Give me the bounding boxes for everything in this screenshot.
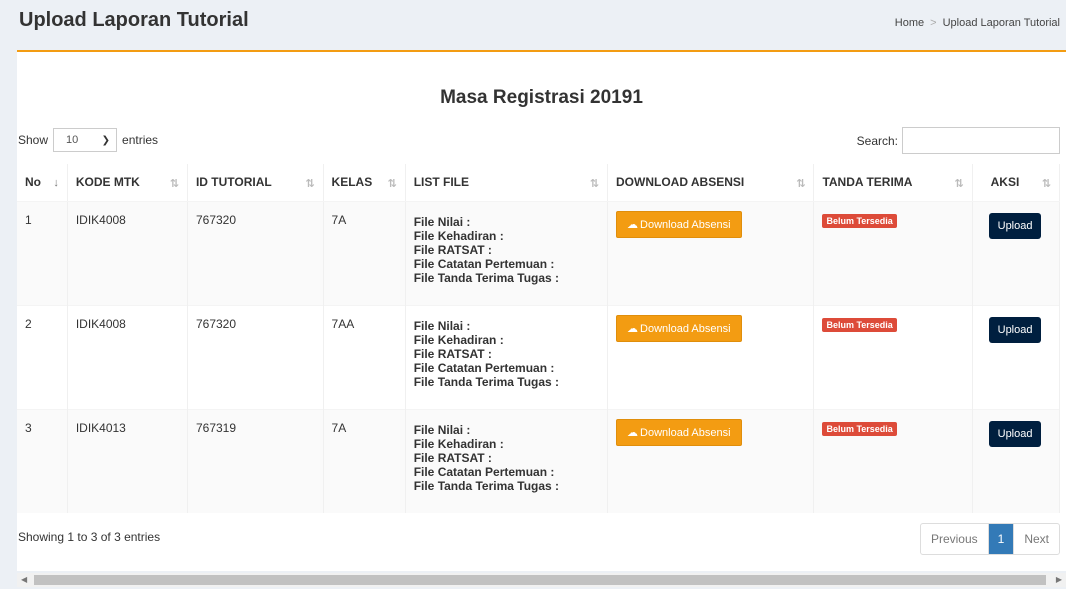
sort-icon: ⇅ [1041, 178, 1051, 190]
file-tanda-terima-label: File Tanda Terima Tugas : [413, 478, 560, 493]
entries-length-control: Show 10 ❯ entries [18, 128, 158, 152]
pagination-next[interactable]: Next [1014, 524, 1059, 554]
search-input[interactable] [902, 127, 1060, 154]
col-header-id-tutorial[interactable]: ID TUTORIAL ⇅ [187, 164, 324, 202]
scroll-right-arrow-icon[interactable]: ▶ [1056, 573, 1062, 587]
table-row: 2 IDIK4008 767320 7AA File Nilai : File … [17, 304, 1061, 409]
download-absensi-button[interactable]: ☁ Download Absensi [616, 418, 742, 446]
entries-select-value: 10 [66, 134, 79, 146]
col-header-download-absensi[interactable]: DOWNLOAD ABSENSI ⇅ [607, 164, 815, 202]
sort-icon: ⇅ [954, 178, 964, 190]
chevron-down-icon: ❯ [101, 134, 111, 146]
cloud-download-icon: ☁ [627, 426, 639, 439]
entries-select[interactable]: 10 ❯ [53, 128, 118, 152]
upload-button[interactable]: Upload [988, 212, 1042, 239]
cell-download-absensi: ☁ Download Absensi [607, 408, 815, 513]
sort-asc-icon: ↓ [53, 177, 59, 189]
cell-list-file: File Nilai : File Kehadiran : File RATSA… [405, 408, 609, 513]
file-ratsat-label: File RATSAT : [413, 450, 492, 465]
cell-aksi: Upload [972, 200, 1061, 305]
cell-id-tutorial: 767320 [187, 200, 324, 305]
table-row: 3 IDIK4013 767319 7A File Nilai : File K… [17, 408, 1061, 513]
scrollbar-thumb[interactable] [34, 575, 1046, 585]
pagination: Previous 1 Next [919, 523, 1060, 555]
file-catatan-label: File Catatan Pertemuan : [413, 464, 555, 479]
cell-no: 3 [17, 408, 68, 513]
table-info: Showing 1 to 3 of 3 entries [18, 530, 161, 544]
entries-label: entries [122, 133, 159, 147]
tutorial-table: No ↓ KODE MTK ⇅ ID TUTORIAL ⇅ KELAS ⇅ LIST F… [17, 164, 1061, 513]
download-absensi-button[interactable]: ☁ Download Absensi [616, 314, 742, 342]
cell-id-tutorial: 767320 [187, 304, 324, 409]
sort-icon: ⇅ [387, 178, 397, 190]
page-title: Upload Laporan Tutorial [19, 9, 249, 31]
horizontal-scrollbar[interactable]: ◀ ▶ [17, 573, 1066, 587]
upload-button[interactable]: Upload [988, 420, 1042, 447]
cell-kode-mtk: IDIK4013 [67, 408, 188, 513]
col-header-kelas[interactable]: KELAS ⇅ [323, 164, 406, 202]
scroll-left-arrow-icon[interactable]: ◀ [21, 573, 27, 587]
cell-tanda-terima: Belum Tersedia [813, 408, 973, 513]
cell-tanda-terima: Belum Tersedia [813, 304, 973, 409]
file-ratsat-label: File RATSAT : [413, 346, 492, 361]
sort-icon: ⇅ [305, 178, 315, 190]
search-control: Search: [857, 127, 1060, 154]
cell-kode-mtk: IDIK4008 [67, 200, 188, 305]
col-header-tanda-terima[interactable]: TANDA TERIMA ⇅ [813, 164, 973, 202]
cell-aksi: Upload [972, 408, 1061, 513]
status-badge: Belum Tersedia [822, 317, 897, 332]
download-absensi-button[interactable]: ☁ Download Absensi [616, 210, 742, 238]
cell-kode-mtk: IDIK4008 [67, 304, 188, 409]
file-nilai-label: File Nilai : [413, 318, 471, 333]
file-nilai-label: File Nilai : [413, 422, 471, 437]
upload-button[interactable]: Upload [988, 316, 1042, 343]
cell-list-file: File Nilai : File Kehadiran : File RATSA… [405, 200, 609, 305]
cell-tanda-terima: Belum Tersedia [813, 200, 973, 305]
file-kehadiran-label: File Kehadiran : [413, 332, 504, 347]
file-kehadiran-label: File Kehadiran : [413, 228, 504, 243]
pagination-page-1[interactable]: 1 [988, 524, 1015, 554]
cell-no: 2 [17, 304, 68, 409]
breadcrumb-home[interactable]: Home [895, 17, 924, 29]
status-badge: Belum Tersedia [822, 213, 897, 228]
cell-no: 1 [17, 200, 68, 305]
file-nilai-label: File Nilai : [413, 214, 471, 229]
box-title: Masa Registrasi 20191 [440, 87, 643, 108]
table-row: 1 IDIK4008 767320 7A File Nilai : File K… [17, 200, 1061, 305]
cell-kelas: 7A [323, 408, 406, 513]
cell-id-tutorial: 767319 [187, 408, 324, 513]
cell-download-absensi: ☁ Download Absensi [607, 304, 815, 409]
show-label: Show [18, 133, 49, 147]
sort-icon: ⇅ [169, 178, 179, 190]
breadcrumb-separator: > [930, 17, 937, 29]
pagination-previous[interactable]: Previous [921, 524, 989, 554]
breadcrumb-current: Upload Laporan Tutorial [942, 17, 1060, 29]
table-header-row: No ↓ KODE MTK ⇅ ID TUTORIAL ⇅ KELAS ⇅ LIST F… [17, 164, 1061, 202]
col-header-no[interactable]: No ↓ [17, 164, 68, 202]
content-box: Masa Registrasi 20191 Show 10 ❯ entries … [17, 50, 1066, 571]
col-header-list-file[interactable]: LIST FILE ⇅ [405, 164, 609, 202]
content-header: Upload Laporan Tutorial Home > Upload Lapo… [0, 0, 1066, 48]
cell-kelas: 7AA [323, 304, 406, 409]
file-tanda-terima-label: File Tanda Terima Tugas : [413, 374, 560, 389]
cloud-download-icon: ☁ [627, 322, 639, 335]
file-ratsat-label: File RATSAT : [413, 242, 492, 257]
col-header-kode-mtk[interactable]: KODE MTK ⇅ [67, 164, 188, 202]
cell-list-file: File Nilai : File Kehadiran : File RATSA… [405, 304, 609, 409]
file-kehadiran-label: File Kehadiran : [413, 436, 504, 451]
cell-kelas: 7A [323, 200, 406, 305]
breadcrumb: Home > Upload Laporan Tutorial [895, 17, 1060, 29]
file-catatan-label: File Catatan Pertemuan : [413, 360, 555, 375]
status-badge: Belum Tersedia [822, 421, 897, 436]
col-header-aksi[interactable]: AKSI ⇅ [972, 164, 1061, 202]
sort-icon: ⇅ [796, 178, 806, 190]
file-tanda-terima-label: File Tanda Terima Tugas : [413, 270, 560, 285]
sort-icon: ⇅ [589, 178, 600, 190]
cloud-download-icon: ☁ [627, 218, 639, 231]
cell-download-absensi: ☁ Download Absensi [607, 200, 815, 305]
file-catatan-label: File Catatan Pertemuan : [413, 256, 555, 271]
search-label: Search: [856, 133, 898, 148]
cell-aksi: Upload [972, 304, 1061, 409]
